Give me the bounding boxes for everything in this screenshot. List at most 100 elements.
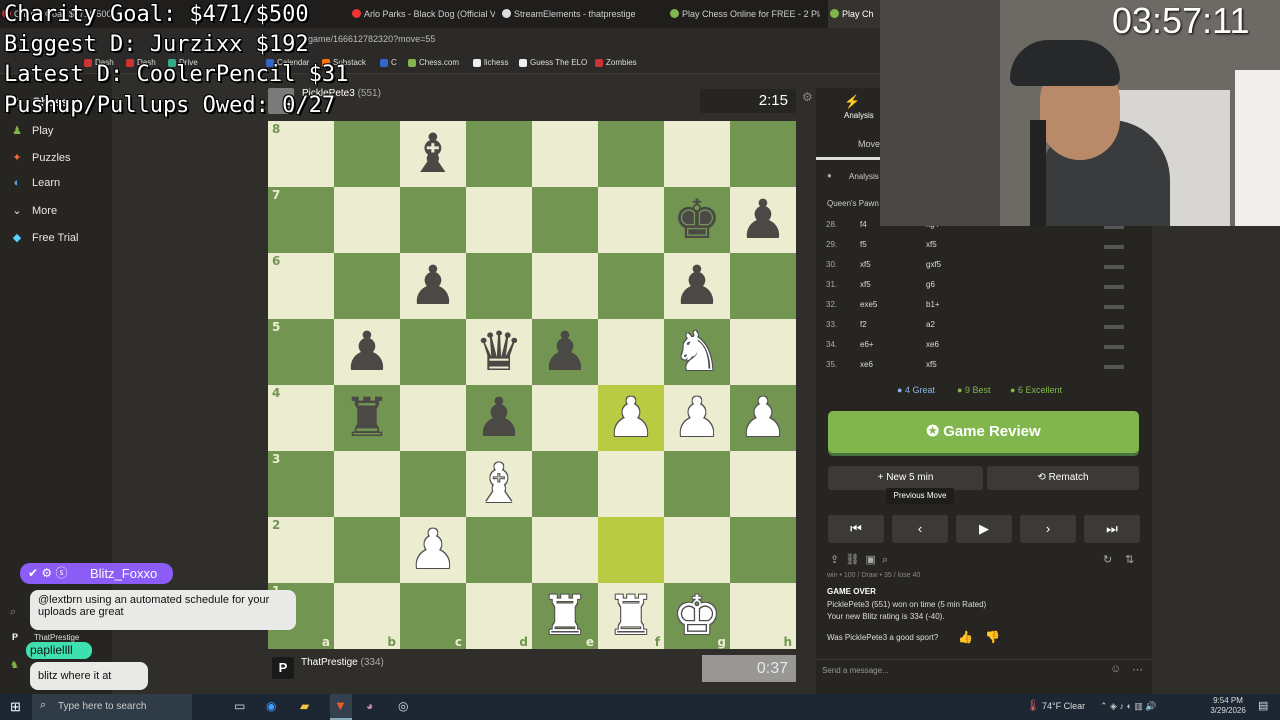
square-d6[interactable] — [466, 253, 532, 319]
sidebar-item-puzzles[interactable]: ✦ Puzzles — [10, 151, 70, 164]
black-move[interactable]: b1+ — [926, 300, 940, 309]
square-h4[interactable]: ♟ — [730, 385, 796, 451]
square-h7[interactable]: ♟ — [730, 187, 796, 253]
square-e6[interactable] — [532, 253, 598, 319]
notifications-icon[interactable]: ▤ — [1258, 699, 1268, 712]
new-game-button[interactable]: + New 5 min — [828, 466, 983, 490]
square-a3[interactable]: 3 — [268, 451, 334, 517]
search-icon[interactable]: ⌕ — [10, 606, 16, 619]
discord-icon[interactable]: ◕ — [366, 699, 373, 713]
square-a8[interactable]: 8 — [268, 121, 334, 187]
square-d1[interactable]: d — [466, 583, 532, 649]
square-b1[interactable]: b — [334, 583, 400, 649]
square-a6[interactable]: 6 — [268, 253, 334, 319]
square-f3[interactable] — [598, 451, 664, 517]
square-g3[interactable] — [664, 451, 730, 517]
black-pawn-piece[interactable]: ♟ — [673, 259, 721, 313]
square-d8[interactable] — [466, 121, 532, 187]
square-c3[interactable] — [400, 451, 466, 517]
white-move[interactable]: f2 — [860, 320, 867, 329]
square-f1[interactable]: f ♜ — [598, 583, 664, 649]
black-move[interactable]: g6 — [926, 280, 935, 289]
move-row[interactable]: 29. f5 xf5 — [816, 240, 1152, 260]
obs-icon[interactable]: ◎ — [398, 699, 408, 713]
white-pawn-piece[interactable]: ♟ — [673, 391, 721, 445]
white-move[interactable]: f5 — [860, 240, 867, 249]
square-a4[interactable]: 4 — [268, 385, 334, 451]
square-h3[interactable] — [730, 451, 796, 517]
black-bishop-piece[interactable]: ♝ — [409, 127, 457, 181]
square-g5[interactable]: ♞ — [664, 319, 730, 385]
square-b2[interactable] — [334, 517, 400, 583]
share-icon[interactable]: ⇪ — [830, 554, 839, 566]
play-button[interactable]: ▶ — [956, 515, 1012, 543]
square-a7[interactable]: 7 — [268, 187, 334, 253]
square-g1[interactable]: g ♚ — [664, 583, 730, 649]
square-d3[interactable]: ♝ — [466, 451, 532, 517]
tab-analysis[interactable]: Analysis — [844, 111, 874, 120]
square-g6[interactable]: ♟ — [664, 253, 730, 319]
folder-icon[interactable]: ▰ — [300, 699, 309, 713]
square-d7[interactable] — [466, 187, 532, 253]
edge-icon[interactable]: ◉ — [266, 699, 276, 713]
white-move[interactable]: f4 — [860, 220, 867, 229]
square-f2[interactable] — [598, 517, 664, 583]
white-move[interactable]: e6+ — [860, 340, 874, 349]
square-e2[interactable] — [532, 517, 598, 583]
zoom-icon[interactable]: ⌕ — [882, 554, 888, 566]
game-review-button[interactable]: ✪ Game Review — [828, 411, 1139, 453]
square-f7[interactable] — [598, 187, 664, 253]
square-h1[interactable]: h — [730, 583, 796, 649]
square-h6[interactable] — [730, 253, 796, 319]
thumbs-up-icon[interactable]: 👍 — [958, 630, 973, 644]
move-row[interactable]: 32. exe5 b1+ — [816, 300, 1152, 320]
message-input[interactable]: Send a message... ☺ ⋯ — [816, 659, 1152, 681]
bookmark[interactable]: Zombies — [595, 52, 637, 74]
square-f4[interactable]: ♟ — [598, 385, 664, 451]
square-b7[interactable] — [334, 187, 400, 253]
square-c8[interactable]: ♝ — [400, 121, 466, 187]
black-pawn-piece[interactable]: ♟ — [541, 325, 589, 379]
square-g8[interactable] — [664, 121, 730, 187]
black-move[interactable]: a2 — [926, 320, 935, 329]
emoji-icon[interactable]: ☺ — [1110, 663, 1121, 675]
sidebar-item-learn[interactable]: ◐ Learn — [10, 177, 60, 189]
black-pawn-piece[interactable]: ♟ — [409, 259, 457, 313]
task-view-icon[interactable]: ▭ — [234, 699, 245, 713]
square-g7[interactable]: ♚ — [664, 187, 730, 253]
black-move[interactable]: gxf5 — [926, 260, 941, 269]
square-h2[interactable] — [730, 517, 796, 583]
white-rook-piece[interactable]: ♜ — [541, 589, 589, 643]
white-king-piece[interactable]: ♚ — [673, 589, 721, 643]
chess-board[interactable]: 8♝7♚♟6♟♟5♟♛♟♞4♜♟♟♟♟3♝2♟1abcde♜f♜g♚h — [268, 121, 796, 649]
square-e4[interactable] — [532, 385, 598, 451]
browser-tab[interactable]: StreamElements - thatprestige — [500, 0, 660, 28]
square-b3[interactable] — [334, 451, 400, 517]
square-b5[interactable]: ♟ — [334, 319, 400, 385]
bookmark[interactable]: Chess.com — [408, 52, 459, 74]
browser-tab[interactable]: Play Chess Online for FREE - 2 Player — [668, 0, 820, 28]
move-row[interactable]: 30. xf5 gxf5 — [816, 260, 1152, 280]
square-c2[interactable]: ♟ — [400, 517, 466, 583]
square-b6[interactable] — [334, 253, 400, 319]
black-move[interactable]: xe6 — [926, 340, 939, 349]
move-row[interactable]: 34. e6+ xe6 — [816, 340, 1152, 360]
square-d5[interactable]: ♛ — [466, 319, 532, 385]
browser-taskbar-icon[interactable]: ▼ — [330, 694, 352, 720]
bottom-player-name[interactable]: ThatPrestige (334) — [301, 657, 384, 668]
analysis-label[interactable]: Analysis — [849, 172, 879, 181]
move-list[interactable]: 28.f4xg429.f5xf530.xf5gxf531.xf5g632.exe… — [816, 220, 1152, 370]
next-move-button[interactable]: › — [1020, 515, 1076, 543]
white-pawn-piece[interactable]: ♟ — [739, 391, 787, 445]
black-king-piece[interactable]: ♚ — [673, 193, 721, 247]
avatar[interactable]: P — [272, 657, 294, 679]
square-h5[interactable] — [730, 319, 796, 385]
move-row[interactable]: 33. f2 a2 — [816, 320, 1152, 340]
move-row[interactable]: 35. xe6 xf5 — [816, 360, 1152, 370]
black-queen-piece[interactable]: ♛ — [475, 325, 523, 379]
square-h8[interactable] — [730, 121, 796, 187]
white-bishop-piece[interactable]: ♝ — [475, 457, 523, 511]
move-row[interactable]: 31. xf5 g6 — [816, 280, 1152, 300]
black-pawn-piece[interactable]: ♟ — [739, 193, 787, 247]
square-g2[interactable] — [664, 517, 730, 583]
